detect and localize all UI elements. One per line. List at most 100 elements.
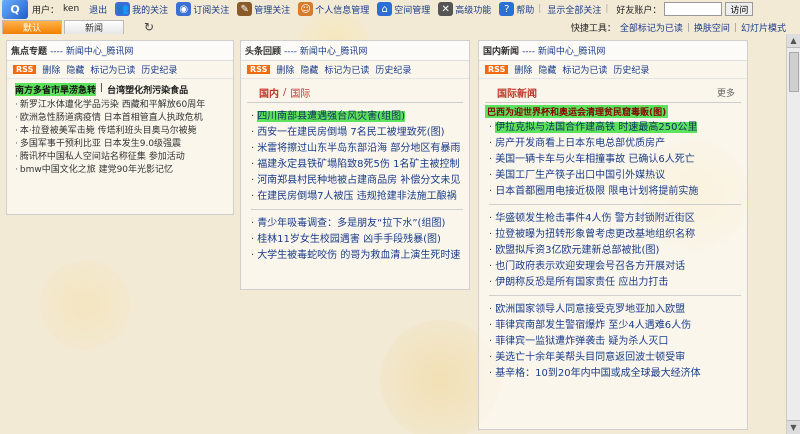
news-item[interactable]: 伊朗称反恐是所有国家责任 应出力打击 — [489, 275, 741, 291]
news-item[interactable]: 西安一在建民房倒塌 7名民工被埋致死(图) — [251, 125, 463, 141]
news-item-text: 基辛格：10到20年内中国或成全球最大经济体 — [495, 368, 701, 379]
friend-account-input[interactable] — [664, 2, 723, 16]
news-item-text: 美国一辆卡车与火车相撞事故 已确认6人死亡 — [495, 154, 695, 165]
news-item[interactable]: 在建民房倒塌7人被压 违规抢建非法施工酿祸 — [251, 189, 463, 205]
news-item[interactable]: 欧洲国家领导人同意接受克罗地亚加入欧盟 — [489, 302, 741, 318]
news-item[interactable]: 欧盟拟斥资3亿欧元建新总部被批(图) — [489, 243, 741, 259]
news-item-text: 美国工厂生产筷子出口中国引外媒热议 — [495, 170, 666, 181]
news-item-text: 华盛顿发生枪击事件4人伤 警方封锁附近街区 — [495, 213, 695, 224]
news-item[interactable]: 四川南部县遭遇强台风灾害(组图) — [251, 109, 463, 125]
toolbar-item[interactable]: ? 帮助 — [499, 2, 534, 16]
toolbar-item-label: 管理关注 — [254, 5, 291, 16]
news-item[interactable]: 福建永定县铁矿塌陷致8死5伤 1名矿主被控制 — [251, 157, 463, 173]
scroll-up-icon[interactable]: ▲ — [787, 34, 800, 48]
shortcut-tools: 快捷工具： 全部标记为已读 | 换肤空间 | 幻灯片模式 — [571, 21, 786, 35]
news-item[interactable]: 美国一辆卡车与火车相撞事故 已确认6人死亡 — [489, 152, 741, 168]
news-item[interactable]: 河南郑县村民种地被占建商品房 补偿分文未见 — [251, 173, 463, 189]
mark-all-read-link[interactable]: 全部标记为已读 — [620, 21, 683, 34]
news-item[interactable]: bmw中国文化之旅 建党90年光影记忆 — [15, 164, 233, 177]
news-group: 伊拉克拟与法国合作建高铁 时速最高250公里房产开发商看上日本东电总部优质房产美… — [489, 120, 741, 205]
slideshow-mode-link[interactable]: 幻灯片模式 — [741, 21, 786, 34]
toolbar-item-label: 高级功能 — [455, 5, 492, 16]
refresh-icon[interactable]: ↻ — [142, 20, 156, 34]
section-title[interactable]: 国际新闻 — [497, 85, 537, 100]
news-item[interactable]: 米雷将擦过山东半岛东部沿海 部分地区有暴雨 — [251, 141, 463, 157]
news-item[interactable]: 也门政府表示欢迎安理会号召各方开展对话 — [489, 259, 741, 275]
news-item[interactable]: 多国军事干预利比亚 日本发生9.0级强震 — [15, 138, 233, 151]
vertical-scrollbar[interactable]: ▲ ▼ — [786, 34, 800, 434]
toolbar-item[interactable]: 👥 我的关注 — [115, 2, 168, 16]
news-item[interactable]: 菲律宾南部发生警宿爆炸 至少4人遇难6人伤 — [489, 318, 741, 334]
featured-headline[interactable]: 巴西为迎世界杯和奥运会清理贫民窟毒贩(图) — [485, 105, 669, 118]
news-item[interactable]: 菲律宾一监狱遭炸弹袭击 疑为杀人灭口 — [489, 334, 741, 350]
panel-source[interactable]: ---- 新闻中心_腾讯网 — [50, 44, 133, 57]
settings-icon: ✎ — [237, 2, 253, 16]
section-tab-domestic[interactable]: 国内 — [259, 85, 279, 100]
news-item[interactable]: 新罗江水体遭化学品污染 西藏和平解放60周年 — [15, 99, 233, 112]
scroll-thumb[interactable] — [789, 52, 799, 92]
hide-link[interactable]: 隐藏 — [66, 63, 84, 76]
tab-news[interactable]: 新闻 — [64, 20, 124, 34]
news-item-text: 本·拉登被美军击毙 传塔利班头目奥马尔被毙 — [19, 126, 197, 136]
toolbar-item[interactable]: ◉ 订阅关注 — [176, 2, 229, 16]
rss-icon[interactable]: RSS — [485, 65, 509, 74]
scroll-down-icon[interactable]: ▼ — [787, 420, 800, 434]
news-item-text: 欧洲急性肠道病疫情 日本首相管直人执政危机 — [19, 113, 203, 123]
separator: / — [283, 87, 287, 98]
toolbar-item[interactable]: ✎ 管理关注 — [237, 2, 290, 16]
toolbar-item[interactable]: ☺ 个人信息管理 — [298, 2, 369, 16]
delete-link[interactable]: 删除 — [514, 63, 532, 76]
news-item[interactable]: 本·拉登被美军击毙 传塔利班头目奥马尔被毙 — [15, 125, 233, 138]
history-link[interactable]: 历史纪录 — [141, 63, 177, 76]
news-item[interactable]: 伊拉克拟与法国合作建高铁 时速最高250公里 — [489, 120, 741, 136]
section-tab-international[interactable]: 国际 — [290, 85, 310, 100]
friend-label: 好友账户： — [616, 5, 662, 16]
tab-row: 默认 新闻 ↻ 快捷工具： 全部标记为已读 | 换肤空间 | 幻灯片模式 — [0, 18, 800, 34]
news-item[interactable]: 桂林11岁女生校园遇害 凶手手段残暴(图) — [251, 232, 463, 248]
show-all-link[interactable]: 显示全部关注 — [547, 3, 601, 16]
news-item[interactable]: 日本首都圈用电接近极限 限电计划将提前实施 — [489, 184, 741, 200]
change-skin-link[interactable]: 换肤空间 — [694, 21, 730, 34]
panel-source[interactable]: ---- 新闻中心_腾讯网 — [284, 44, 367, 57]
news-item-text: 在建民房倒塌7人被压 违规抢建非法施工酿祸 — [257, 191, 457, 202]
news-item[interactable]: 拉登被曝为扭转形象曾考虑更改基地组织名称 — [489, 227, 741, 243]
visit-button[interactable]: 访问 — [725, 2, 754, 16]
panel-controls: RSS 删除 隐藏 标记为已读 历史纪录 — [241, 61, 469, 79]
mark-read-link[interactable]: 标记为已读 — [562, 63, 607, 76]
toolbar-item[interactable]: ✕ 高级功能 — [438, 2, 491, 16]
rss-icon[interactable]: RSS — [13, 65, 37, 74]
delete-link[interactable]: 删除 — [276, 63, 294, 76]
tab-default[interactable]: 默认 — [2, 20, 62, 34]
news-item[interactable]: 青少年吸毒调查：多是朋友“拉下水”(组图) — [251, 216, 463, 232]
rss-icon[interactable]: RSS — [247, 65, 271, 74]
person-icon: ☺ — [298, 2, 314, 16]
logout-link[interactable]: 退出 — [89, 3, 107, 16]
history-link[interactable]: 历史纪录 — [375, 63, 411, 76]
toolbar-item-label: 我的关注 — [132, 5, 169, 16]
delete-link[interactable]: 删除 — [42, 63, 60, 76]
separator: | — [605, 4, 609, 14]
section-header: 国际新闻 更多 — [485, 79, 741, 103]
hide-link[interactable]: 隐藏 — [300, 63, 318, 76]
highlight-topic[interactable]: 台湾塑化剂污染食品 — [107, 83, 188, 96]
domestic-news-panel: 国内新闻 ---- 新闻中心_腾讯网 RSS 删除 隐藏 标记为已读 历史纪录 … — [478, 40, 748, 430]
panel-controls: RSS 删除 隐藏 标记为已读 历史纪录 — [7, 61, 233, 79]
highlight-topic[interactable]: 南方多省市旱涝急转 — [15, 83, 97, 96]
news-item[interactable]: 基辛格：10到20年内中国或成全球最大经济体 — [489, 366, 741, 382]
news-item[interactable]: 房产开发商看上日本东电总部优质房产 — [489, 136, 741, 152]
news-item[interactable]: 美选亡十余年美帮头目同意返回波士顿受审 — [489, 350, 741, 366]
headlines-panel: 头条回顾 ---- 新闻中心_腾讯网 RSS 删除 隐藏 标记为已读 历史纪录 … — [240, 40, 470, 290]
mark-read-link[interactable]: 标记为已读 — [324, 63, 369, 76]
news-item[interactable]: 大学生被毒蛇咬伤 的哥为救血清上演生死时速 — [251, 248, 463, 264]
news-item[interactable]: 华盛顿发生枪击事件4人伤 警方封锁附近街区 — [489, 211, 741, 227]
toolbar-item[interactable]: ⌂ 空间管理 — [377, 2, 430, 16]
mark-read-link[interactable]: 标记为已读 — [90, 63, 135, 76]
news-item[interactable]: 欧洲急性肠道病疫情 日本首相管直人执政危机 — [15, 112, 233, 125]
history-link[interactable]: 历史纪录 — [613, 63, 649, 76]
separator: | — [538, 4, 542, 14]
hide-link[interactable]: 隐藏 — [538, 63, 556, 76]
news-item[interactable]: 美国工厂生产筷子出口中国引外媒热议 — [489, 168, 741, 184]
more-link[interactable]: 更多 — [717, 86, 735, 99]
news-item[interactable]: 腾讯杯中国私人空间站名称征集 参加活动 — [15, 151, 233, 164]
panel-source[interactable]: ---- 新闻中心_腾讯网 — [522, 44, 605, 57]
